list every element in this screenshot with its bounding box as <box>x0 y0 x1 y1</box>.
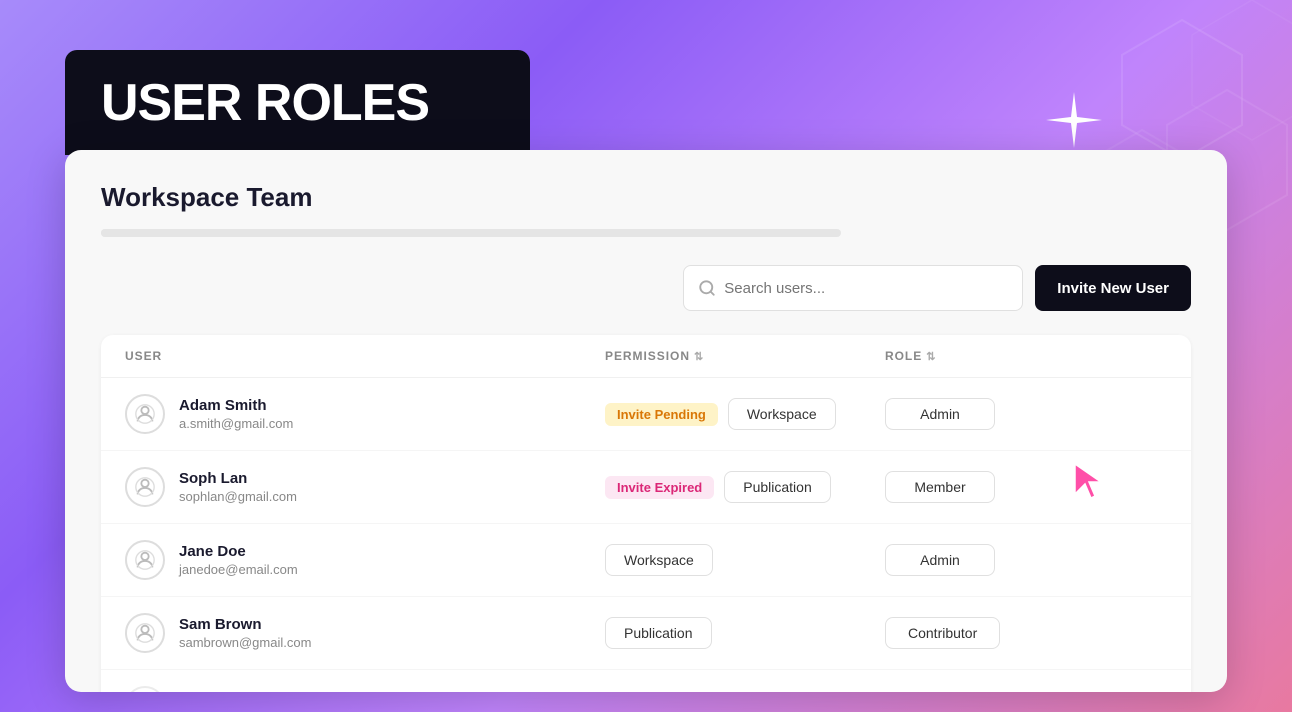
table-header: USER PERMISSION ⇅ ROLE ⇅ <box>101 335 1191 378</box>
users-table: USER PERMISSION ⇅ ROLE ⇅ <box>101 335 1191 692</box>
workspace-team-title: Workspace Team <box>101 182 1191 213</box>
column-header-user: USER <box>125 349 605 363</box>
status-badge: Invite Pending <box>605 403 718 426</box>
search-input[interactable] <box>724 280 1008 297</box>
user-info: Jane Doe janedoe@email.com <box>179 543 298 577</box>
table-row: Sam Brown sambrown@gmail.com Publication… <box>101 597 1191 670</box>
status-badge: Invite Expired <box>605 476 714 499</box>
role-sort-icon[interactable]: ⇅ <box>926 350 936 363</box>
user-info: Sam Brown sambrown@gmail.com <box>179 616 311 650</box>
avatar <box>125 467 165 507</box>
page-title: USER ROLES <box>101 73 429 133</box>
star-decoration <box>1044 90 1104 150</box>
user-info: Soph Lan sophlan@gmail.com <box>179 470 297 504</box>
user-cell: Adam Smith a.smith@gmail.com <box>125 394 605 434</box>
toolbar: Invite New User <box>101 265 1191 311</box>
permission-pill[interactable]: Publication <box>724 471 831 503</box>
role-pill[interactable]: Admin <box>885 398 995 430</box>
role-cell: Contributor <box>885 617 1167 649</box>
permission-pill[interactable]: Publication <box>605 617 712 649</box>
avatar <box>125 540 165 580</box>
permission-pill[interactable]: Workspace <box>728 398 836 430</box>
search-wrapper <box>683 265 1023 311</box>
permission-pill[interactable]: Workspace <box>605 544 713 576</box>
permission-cell: Workspace <box>605 544 885 576</box>
permission-cell: Publication <box>605 617 885 649</box>
permission-cell: Invite Expired Publication <box>605 471 885 503</box>
table-row: Soph Lan sophlan@gmail.com Invite Expire… <box>101 451 1191 524</box>
invite-new-user-button[interactable]: Invite New User <box>1035 265 1191 311</box>
role-cell: Member <box>885 471 1167 503</box>
avatar <box>125 394 165 434</box>
column-header-permission: PERMISSION ⇅ <box>605 349 885 363</box>
column-header-role: ROLE ⇅ <box>885 349 1167 363</box>
role-pill[interactable]: Member <box>885 471 995 503</box>
role-pill[interactable]: Admin <box>885 544 995 576</box>
search-icon <box>698 279 716 297</box>
user-info: Adam Smith a.smith@gmail.com <box>179 397 293 431</box>
progress-bar <box>101 229 841 237</box>
role-pill[interactable]: Contributor <box>885 617 1000 649</box>
header-banner: USER ROLES <box>65 50 530 155</box>
user-cell: Sam Brown sambrown@gmail.com <box>125 613 605 653</box>
permission-sort-icon[interactable]: ⇅ <box>694 350 704 363</box>
avatar <box>125 613 165 653</box>
role-cell: Admin <box>885 544 1167 576</box>
user-cell: Jack Lee <box>125 686 605 692</box>
permission-cell: Invite Pending Workspace <box>605 398 885 430</box>
table-row: Jack Lee <box>101 670 1191 692</box>
user-cell: Jane Doe janedoe@email.com <box>125 540 605 580</box>
user-cell: Soph Lan sophlan@gmail.com <box>125 467 605 507</box>
table-row: Jane Doe janedoe@email.com Workspace Adm… <box>101 524 1191 597</box>
table-row: Adam Smith a.smith@gmail.com Invite Pend… <box>101 378 1191 451</box>
progress-bar-fill <box>101 229 582 237</box>
role-cell: Admin <box>885 398 1167 430</box>
main-card: Workspace Team Invite New User <box>65 150 1227 692</box>
avatar <box>125 686 165 692</box>
